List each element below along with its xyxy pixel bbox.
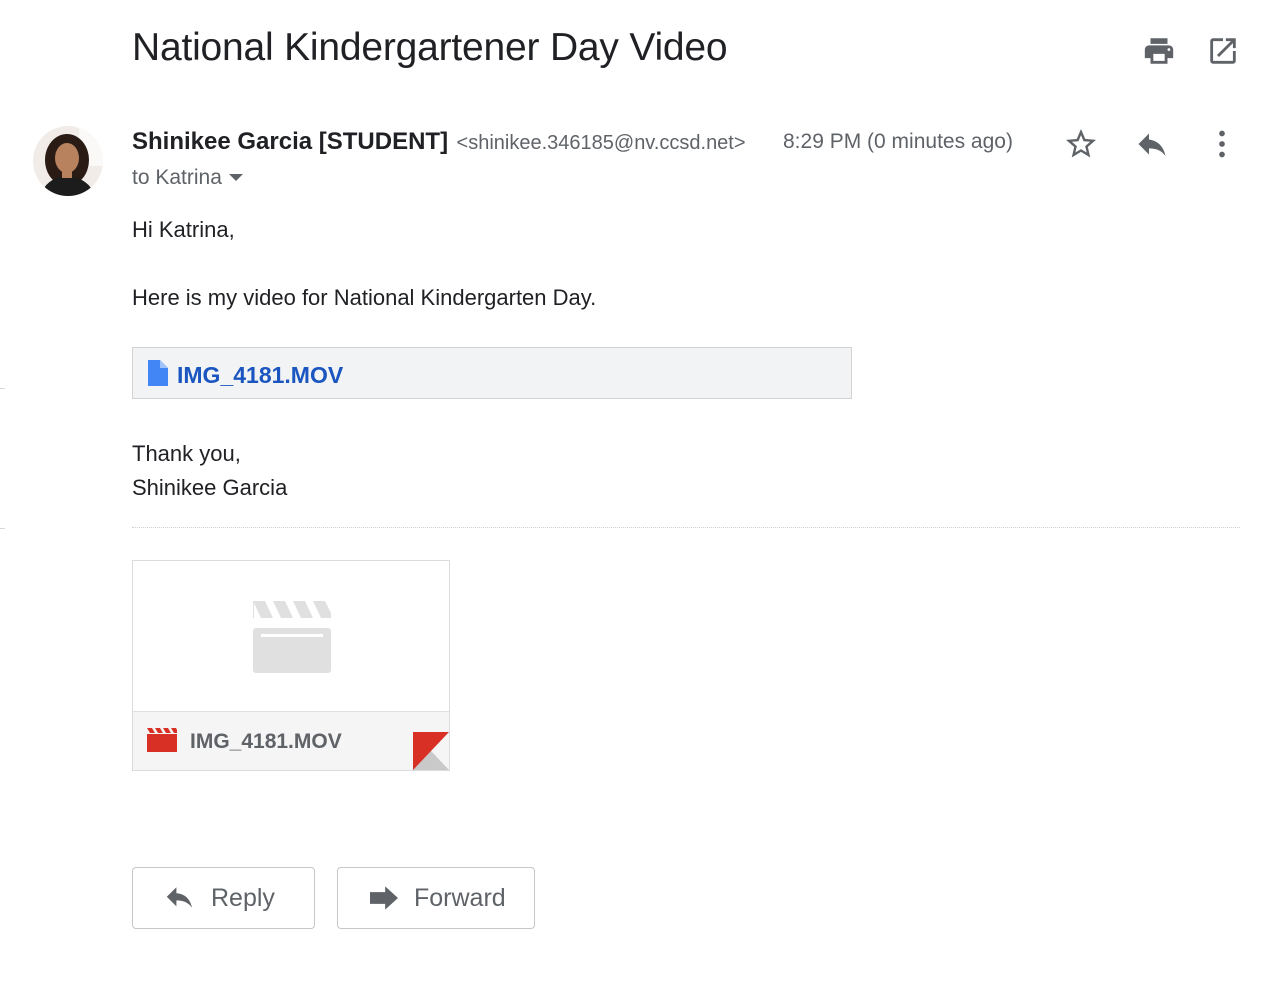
sender-avatar <box>33 126 103 196</box>
inline-attachment-link[interactable]: IMG_4181.MOV <box>132 347 852 399</box>
star-icon <box>1066 129 1096 158</box>
email-greeting: Hi Katrina, <box>132 217 235 242</box>
video-placeholder-icon <box>253 601 331 673</box>
forward-arrow-icon <box>370 886 398 910</box>
forward-button-label: Forward <box>414 883 506 912</box>
attachment-card[interactable]: IMG_4181.MOV <box>132 560 450 771</box>
reply-header-button[interactable] <box>1134 126 1170 162</box>
recipient-label: to Katrina <box>132 166 222 189</box>
email-body-text: Here is my video for National Kindergart… <box>132 285 597 310</box>
open-in-new-window-icon <box>1210 38 1236 64</box>
more-vert-icon <box>1219 130 1225 158</box>
email-signature: Shinikee Garcia <box>132 475 288 500</box>
sent-time: 8:29 PM (0 minutes ago) <box>783 130 1013 153</box>
forward-button[interactable]: Forward <box>337 867 535 929</box>
reply-button[interactable]: Reply <box>132 867 315 929</box>
sender-name[interactable]: Shinikee Garcia [STUDENT] <box>132 128 448 155</box>
reply-icon <box>1138 133 1166 156</box>
recipient-details-toggle[interactable]: to Katrina <box>132 166 244 190</box>
print-icon <box>1144 38 1174 64</box>
open-in-new-window-button[interactable] <box>1206 34 1240 68</box>
star-button[interactable] <box>1063 126 1099 162</box>
print-button[interactable] <box>1142 34 1176 68</box>
inline-attachment-name: IMG_4181.MOV <box>177 362 344 388</box>
attachments-divider <box>132 527 1240 528</box>
reply-icon <box>166 887 192 908</box>
video-clapper-icon <box>147 728 177 752</box>
reply-button-label: Reply <box>211 883 275 912</box>
attachment-card-name: IMG_4181.MOV <box>190 730 342 753</box>
more-options-button[interactable] <box>1204 126 1240 162</box>
email-closing: Thank you, <box>132 441 241 466</box>
email-subject: National Kindergartener Day Video <box>132 26 728 69</box>
left-edge-mark <box>0 528 5 529</box>
file-icon <box>148 360 168 386</box>
left-edge-mark <box>0 388 5 389</box>
caret-down-icon <box>228 174 243 182</box>
sender-email: <shinikee.346185@nv.ccsd.net> <box>456 132 746 154</box>
attachment-preview <box>133 561 449 711</box>
attachment-fold-corner <box>413 732 449 770</box>
